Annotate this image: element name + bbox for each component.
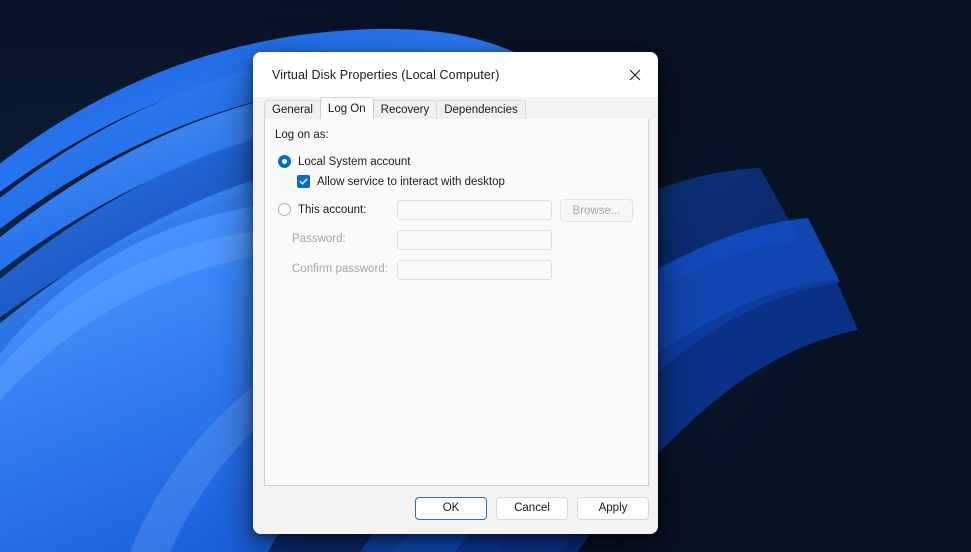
confirm-password-label: Confirm password: — [292, 263, 388, 275]
checkbox-checked-box — [297, 175, 310, 188]
virtual-disk-properties-dialog: Virtual Disk Properties (Local Computer)… — [253, 52, 658, 534]
close-button[interactable] — [612, 52, 658, 97]
checkbox-allow-service-label: Allow service to interact with desktop — [317, 175, 505, 188]
account-name-input[interactable] — [397, 200, 552, 220]
dialog-titlebar[interactable]: Virtual Disk Properties (Local Computer) — [253, 52, 658, 97]
radio-this-account[interactable]: This account: — [278, 203, 366, 216]
browse-button[interactable]: Browse... — [560, 199, 633, 222]
password-label: Password: — [292, 233, 346, 245]
checkbox-allow-service-interact[interactable]: Allow service to interact with desktop — [297, 175, 505, 188]
radio-local-system-label: Local System account — [298, 155, 411, 168]
cancel-button[interactable]: Cancel — [496, 496, 568, 520]
tab-recovery[interactable]: Recovery — [372, 100, 438, 119]
apply-button[interactable]: Apply — [577, 496, 649, 520]
ok-button[interactable]: OK — [415, 496, 487, 520]
radio-unselected-icon — [278, 203, 291, 216]
radio-local-system-account[interactable]: Local System account — [278, 155, 411, 168]
tab-strip: General Log On Recovery Dependencies — [253, 97, 658, 119]
radio-this-account-label: This account: — [298, 203, 367, 216]
dialog-title: Virtual Disk Properties (Local Computer) — [272, 67, 500, 82]
close-icon — [629, 69, 641, 80]
dialog-footer: OK Cancel Apply — [253, 486, 658, 534]
log-on-tab-panel: Log on as: Local System account Allow se… — [264, 118, 649, 486]
log-on-as-label: Log on as: — [275, 129, 329, 141]
radio-selected-icon — [278, 155, 291, 168]
tab-log-on[interactable]: Log On — [319, 97, 374, 119]
tab-dependencies[interactable]: Dependencies — [436, 100, 526, 119]
confirm-password-input[interactable] — [397, 260, 552, 280]
tab-general[interactable]: General — [264, 100, 321, 119]
checkmark-icon — [299, 178, 308, 185]
password-input[interactable] — [397, 230, 552, 250]
